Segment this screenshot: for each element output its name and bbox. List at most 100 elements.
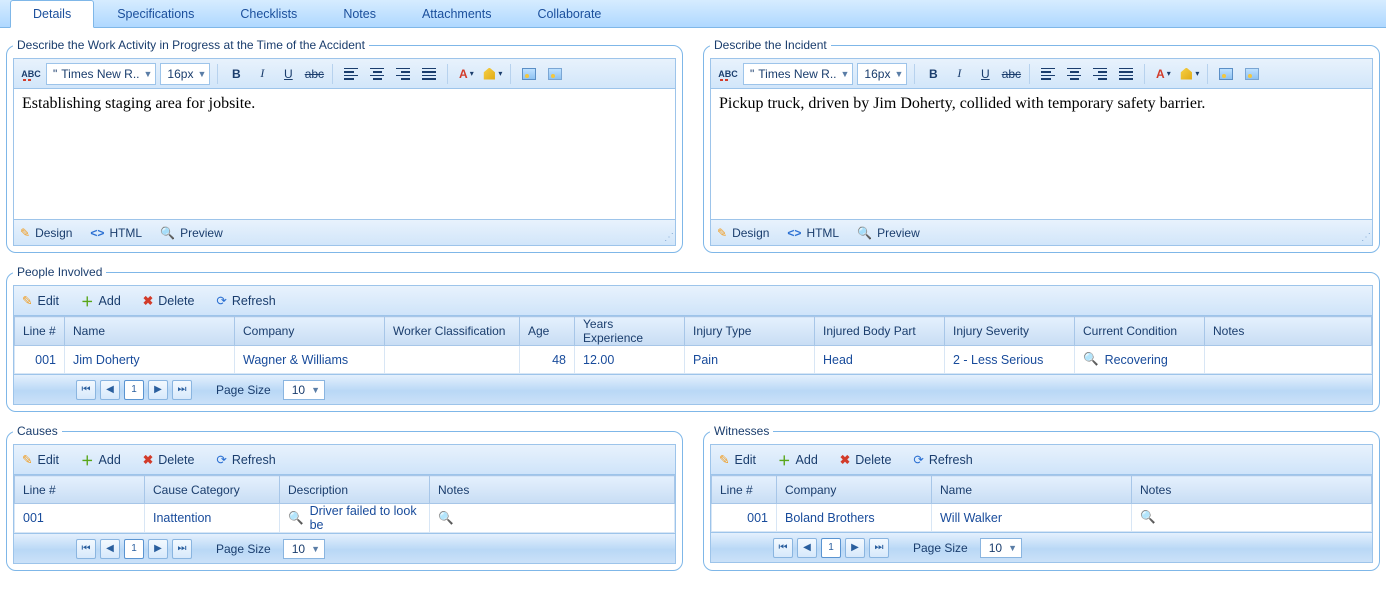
tab-checklists[interactable]: Checklists	[217, 0, 320, 27]
table-row[interactable]: 001 Boland Brothers Will Walker 🔍	[712, 504, 1372, 532]
font-size-select[interactable]: 16px ▼	[160, 63, 210, 85]
lookup-icon[interactable]: 🔍	[288, 511, 304, 526]
design-mode-button[interactable]: ✎Design	[717, 226, 769, 240]
refresh-button[interactable]: ⟳Refresh	[216, 293, 275, 308]
spellcheck-button[interactable]: ABC	[717, 63, 739, 85]
add-button[interactable]: ＋Add	[81, 450, 121, 469]
pager-page-1-button[interactable]: 1	[124, 380, 144, 400]
design-mode-button[interactable]: ✎Design	[20, 226, 72, 240]
pager-first-button[interactable]: ⏮	[76, 539, 96, 559]
delete-button[interactable]: ✖Delete	[143, 452, 195, 467]
col-cause-category[interactable]: Cause Category	[145, 476, 280, 504]
font-size-select[interactable]: 16px ▼	[857, 63, 907, 85]
tab-notes[interactable]: Notes	[320, 0, 399, 27]
edit-button[interactable]: ✎Edit	[22, 452, 59, 467]
underline-button[interactable]: U	[974, 63, 996, 85]
resize-grip-icon[interactable]: ⋰	[1361, 232, 1368, 243]
font-color-button[interactable]: A▾	[1152, 63, 1174, 85]
font-name-select[interactable]: "Times New R.. ▼	[743, 63, 853, 85]
lookup-icon[interactable]: 🔍	[1083, 352, 1099, 367]
highlight-button[interactable]: ▾	[1178, 63, 1200, 85]
refresh-button[interactable]: ⟳Refresh	[216, 452, 275, 467]
spellcheck-button[interactable]: ABC	[20, 63, 42, 85]
col-current-condition[interactable]: Current Condition	[1075, 317, 1205, 346]
pager-prev-button[interactable]: ◀	[797, 538, 817, 558]
work-activity-textarea[interactable]: Establishing staging area for jobsite.	[14, 89, 675, 219]
page-size-select[interactable]: 10▼	[283, 539, 325, 559]
col-name[interactable]: Name	[65, 317, 235, 346]
align-right-button[interactable]	[1089, 63, 1111, 85]
pager-prev-button[interactable]: ◀	[100, 539, 120, 559]
align-left-button[interactable]	[340, 63, 362, 85]
pager-last-button[interactable]: ⏭	[172, 539, 192, 559]
incident-textarea[interactable]: Pickup truck, driven by Jim Doherty, col…	[711, 89, 1372, 219]
insert-image-button[interactable]	[518, 63, 540, 85]
tab-collaborate[interactable]: Collaborate	[514, 0, 624, 27]
col-company[interactable]: Company	[777, 476, 932, 504]
pager-first-button[interactable]: ⏮	[773, 538, 793, 558]
pager-page-1-button[interactable]: 1	[821, 538, 841, 558]
col-line[interactable]: Line #	[712, 476, 777, 504]
bold-button[interactable]: B	[225, 63, 247, 85]
col-injury-severity[interactable]: Injury Severity	[945, 317, 1075, 346]
col-line[interactable]: Line #	[15, 476, 145, 504]
pager-next-button[interactable]: ▶	[148, 539, 168, 559]
align-justify-button[interactable]	[1115, 63, 1137, 85]
col-injured-body-part[interactable]: Injured Body Part	[815, 317, 945, 346]
align-left-button[interactable]	[1037, 63, 1059, 85]
insert-image-button[interactable]	[1215, 63, 1237, 85]
pager-next-button[interactable]: ▶	[148, 380, 168, 400]
tab-attachments[interactable]: Attachments	[399, 0, 514, 27]
page-size-select[interactable]: 10▼	[980, 538, 1022, 558]
col-company[interactable]: Company	[235, 317, 385, 346]
insert-image-alt-button[interactable]	[544, 63, 566, 85]
pager-last-button[interactable]: ⏭	[172, 380, 192, 400]
delete-button[interactable]: ✖Delete	[840, 452, 892, 467]
lookup-icon[interactable]: 🔍	[438, 511, 454, 526]
col-injury-type[interactable]: Injury Type	[685, 317, 815, 346]
tab-details[interactable]: Details	[10, 0, 94, 28]
delete-button[interactable]: ✖Delete	[143, 293, 195, 308]
font-color-button[interactable]: A▾	[455, 63, 477, 85]
italic-button[interactable]: I	[251, 63, 273, 85]
table-row[interactable]: 001 Jim Doherty Wagner & Williams 48 12.…	[15, 346, 1372, 374]
pager-next-button[interactable]: ▶	[845, 538, 865, 558]
align-center-button[interactable]	[366, 63, 388, 85]
preview-mode-button[interactable]: 🔍Preview	[160, 226, 223, 240]
lookup-icon[interactable]: 🔍	[1140, 510, 1156, 525]
align-justify-button[interactable]	[418, 63, 440, 85]
tab-specifications[interactable]: Specifications	[94, 0, 217, 27]
html-mode-button[interactable]: <>HTML	[787, 226, 839, 240]
html-mode-button[interactable]: <>HTML	[90, 226, 142, 240]
col-notes[interactable]: Notes	[1132, 476, 1372, 504]
col-age[interactable]: Age	[520, 317, 575, 346]
add-button[interactable]: ＋Add	[81, 291, 121, 310]
table-row[interactable]: 001 Inattention 🔍Driver failed to look b…	[15, 504, 675, 533]
col-notes[interactable]: Notes	[1205, 317, 1372, 346]
preview-mode-button[interactable]: 🔍Preview	[857, 226, 920, 240]
pager-prev-button[interactable]: ◀	[100, 380, 120, 400]
resize-grip-icon[interactable]: ⋰	[664, 232, 671, 243]
col-notes[interactable]: Notes	[430, 476, 675, 504]
pager-first-button[interactable]: ⏮	[76, 380, 96, 400]
insert-image-alt-button[interactable]	[1241, 63, 1263, 85]
align-right-button[interactable]	[392, 63, 414, 85]
add-button[interactable]: ＋Add	[778, 450, 818, 469]
pager-page-1-button[interactable]: 1	[124, 539, 144, 559]
page-size-select[interactable]: 10▼	[283, 380, 325, 400]
col-line[interactable]: Line #	[15, 317, 65, 346]
edit-button[interactable]: ✎Edit	[719, 452, 756, 467]
refresh-button[interactable]: ⟳Refresh	[913, 452, 972, 467]
underline-button[interactable]: U	[277, 63, 299, 85]
highlight-button[interactable]: ▾	[481, 63, 503, 85]
pager-last-button[interactable]: ⏭	[869, 538, 889, 558]
strikethrough-button[interactable]: abc	[303, 63, 325, 85]
col-name[interactable]: Name	[932, 476, 1132, 504]
col-worker-classification[interactable]: Worker Classification	[385, 317, 520, 346]
font-name-select[interactable]: "Times New R.. ▼	[46, 63, 156, 85]
align-center-button[interactable]	[1063, 63, 1085, 85]
col-description[interactable]: Description	[280, 476, 430, 504]
italic-button[interactable]: I	[948, 63, 970, 85]
edit-button[interactable]: ✎Edit	[22, 293, 59, 308]
col-years-experience[interactable]: Years Experience	[575, 317, 685, 346]
